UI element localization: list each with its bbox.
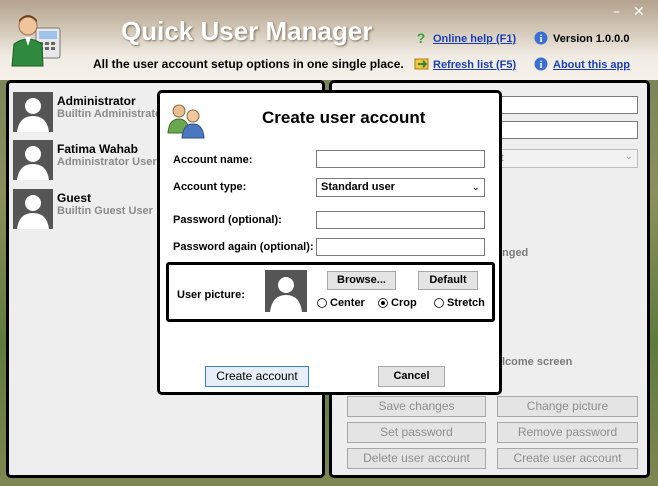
default-picture-button[interactable]: Default [418,271,478,290]
svg-text:?: ? [417,31,426,45]
svg-text:i: i [540,34,543,45]
avatar [13,189,53,229]
user-picture-label: User picture: [177,289,245,301]
avatar [13,92,53,132]
account-type-select[interactable]: Standard user ⌄ [316,178,485,197]
create-account-button[interactable]: Create account [205,366,309,387]
chevron-down-icon: ⌄ [471,182,480,193]
user-name: Administrator [57,94,136,108]
help-icon: ? [414,30,428,46]
account-name-label: Account name: [173,154,253,166]
radio-stretch-label: Stretch [447,297,485,309]
user-name: Guest [57,191,92,205]
delete-user-account-button[interactable]: Delete user account [347,448,486,469]
radio-center[interactable]: Center [317,297,365,309]
about-link[interactable]: About this app [553,59,630,71]
app-logo-icon [10,10,68,68]
user-name: Fatima Wahab [57,142,138,156]
details-input-1[interactable] [497,96,638,114]
svg-text:i: i [540,60,543,71]
user-description: Builtin Guest User [57,205,153,217]
user-description: Builtin Administrator [57,108,166,120]
radio-crop-label: Crop [391,297,417,309]
password-again-input[interactable] [316,238,485,256]
password-input[interactable] [316,211,485,229]
app-title: Quick User Manager [121,16,373,46]
create-user-account-button[interactable]: Create user account [497,448,638,469]
password-again-label: Password again (optional): [173,241,314,253]
radio-crop[interactable]: Crop [378,297,417,309]
dialog-title: Create user account [262,108,426,127]
account-name-input[interactable] [316,150,485,168]
refresh-icon [414,57,429,71]
radio-center-label: Center [330,297,365,309]
radio-stretch-indicator [434,298,444,308]
info-icon: i [534,31,548,45]
cancel-button[interactable]: Cancel [378,366,445,387]
save-changes-button[interactable]: Save changes [347,396,486,417]
refresh-list-link[interactable]: Refresh list (F5) [433,59,516,71]
account-type-label: Account type: [173,181,247,193]
welcome-screen-label: lcome screen [502,356,573,368]
password-label: Password (optional): [173,214,282,226]
user-description: Administrator User [57,156,157,168]
password-unchanged-label: nged [502,247,529,259]
details-input-2[interactable] [497,121,638,139]
online-help-link[interactable]: Online help (F1) [433,33,516,45]
users-icon [166,101,206,139]
about-info-icon: i [534,57,548,71]
remove-password-button[interactable]: Remove password [497,422,638,443]
user-picture-group: User picture: Browse... Default Center C… [166,262,495,322]
account-type-select-disabled[interactable]: t ⌄ [497,149,638,168]
create-account-dialog: Create user account Account name: Accoun… [157,90,502,395]
user-picture-preview [265,270,307,312]
radio-stretch[interactable]: Stretch [434,297,485,309]
change-picture-button[interactable]: Change picture [497,396,638,417]
set-password-button[interactable]: Set password [347,422,486,443]
radio-crop-indicator [378,298,388,308]
minimize-button[interactable]: – [613,4,620,20]
avatar [13,140,53,180]
app-header: – ✕ Quick User Manager All the user acco… [0,0,658,80]
account-type-value: Standard user [321,181,395,193]
version-label: Version 1.0.0.0 [553,33,630,45]
browse-button[interactable]: Browse... [327,271,396,290]
chevron-down-icon: ⌄ [624,151,633,162]
close-button[interactable]: ✕ [633,4,645,20]
app-subtitle: All the user account setup options in on… [93,57,404,71]
radio-center-indicator [317,298,327,308]
